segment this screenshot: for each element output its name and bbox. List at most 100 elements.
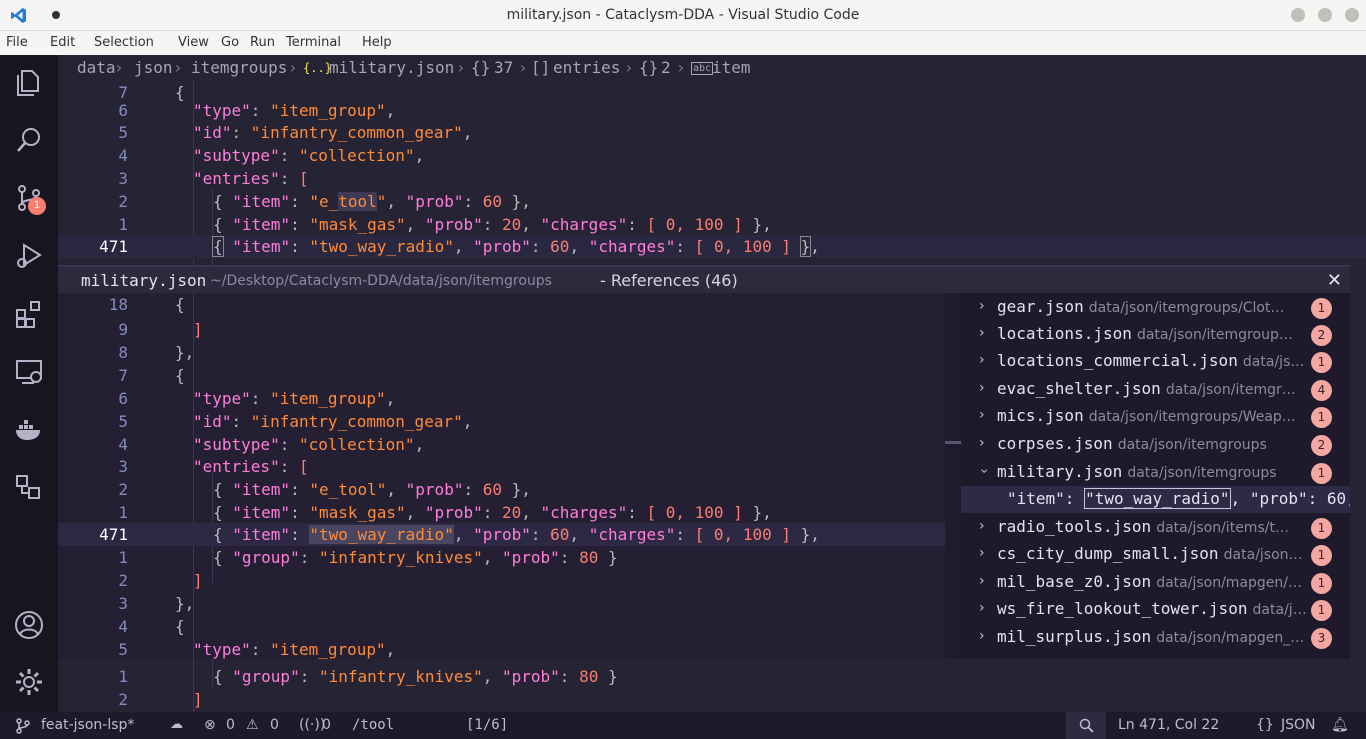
reference-file-item[interactable]: › ws_fire_lookout_tower.json data/j… 1	[961, 596, 1350, 623]
code-text: "subtype": "collection",	[193, 435, 425, 454]
git-branch[interactable]: feat-json-lsp*	[41, 717, 134, 733]
reference-file-item[interactable]: › mil_base_z0.json data/json/mapgen/… 1	[961, 569, 1350, 596]
line-number: 5	[118, 640, 128, 659]
peek-references-count: - References (46)	[600, 271, 738, 290]
reference-count-badge: 1	[1311, 518, 1332, 539]
reference-line-text: "item": "two_way_radio", "prob": 60,	[1007, 488, 1350, 509]
reference-count-badge: 1	[1311, 600, 1332, 621]
code-text: { "item": "e_tool", "prob": 60 },	[213, 480, 531, 499]
line-number: 3	[118, 594, 128, 613]
docker-icon[interactable]	[14, 415, 44, 445]
search-icon[interactable]	[14, 125, 44, 155]
status-bar: feat-json-lsp* ☁ ⊗ 0 ⚠ 0 ((·)) 0 /tool […	[0, 712, 1366, 739]
code-text: { "item": "two_way_radio", "prob": 60, "…	[212, 236, 820, 257]
chevron-right-icon: ›	[979, 628, 985, 644]
reference-file-item[interactable]: › corpses.json data/json/itemgroups 2	[961, 431, 1350, 458]
reference-line-item[interactable]: "item": "two_way_radio", "prob": 60,	[961, 486, 1350, 513]
breadcrumb-entries[interactable]: entries	[553, 58, 620, 77]
peek-file-name[interactable]: military.json	[81, 271, 206, 290]
json-file-icon: {..}	[303, 61, 332, 75]
warning-count: 0	[270, 717, 279, 733]
run-debug-icon[interactable]	[14, 241, 44, 271]
menu-go[interactable]: Go	[221, 35, 239, 50]
zoom-button[interactable]	[1066, 712, 1106, 739]
code-text: "entries": [	[193, 457, 309, 476]
reference-file-item[interactable]: › mil_surplus.json data/json/mapgen_… 3	[961, 624, 1350, 651]
containers-icon[interactable]	[14, 473, 44, 503]
reference-file-item[interactable]: › locations.json data/json/itemgroup… 2	[961, 321, 1350, 348]
close-window-button[interactable]	[1345, 8, 1359, 22]
reference-file-name: radio_tools.json	[997, 517, 1152, 536]
reference-file-item[interactable]: › locations_commercial.json data/js… 1	[961, 348, 1350, 375]
peek-file-path: ~/Desktop/Cataclysm-DDA/data/json/itemgr…	[210, 273, 552, 289]
close-icon[interactable]: ✕	[1327, 270, 1342, 291]
menu-view[interactable]: View	[178, 35, 209, 50]
reference-file-item[interactable]: › evac_shelter.json data/json/itemgr… 4	[961, 376, 1350, 403]
chevron-right-icon: ›	[979, 573, 985, 589]
object-icon: {}	[639, 58, 659, 77]
error-count: 0	[226, 717, 235, 733]
chevron-right-icon: ›	[979, 518, 985, 534]
peek-editor[interactable]: 18 { 9 ] 8 }, 7 { 6 "type": "item_group"…	[58, 293, 945, 659]
cursor-position[interactable]: Ln 471, Col 22	[1118, 717, 1219, 733]
sync-cloud-icon[interactable]: ☁	[170, 717, 183, 732]
settings-gear-icon[interactable]	[14, 667, 44, 697]
reference-file-item[interactable]: › cs_city_dump_small.json data/json… 1	[961, 541, 1350, 568]
reference-file-item[interactable]: › radio_tools.json data/json/items/t… 1	[961, 514, 1350, 541]
reference-file-name: gear.json	[997, 297, 1084, 316]
breadcrumb-data[interactable]: data	[77, 58, 116, 77]
code-text: ]	[193, 320, 203, 339]
breadcrumb-object-37[interactable]: 37	[494, 58, 513, 77]
code-text: {	[175, 617, 185, 636]
breadcrumb-object-2[interactable]: 2	[661, 58, 671, 77]
error-icon[interactable]: ⊗	[204, 717, 216, 733]
menu-selection[interactable]: Selection	[94, 35, 154, 50]
explorer-icon[interactable]	[14, 67, 44, 97]
code-text: {	[175, 295, 185, 314]
reference-file-name: mil_surplus.json	[997, 627, 1152, 646]
code-text: { "group": "infantry_knives", "prob": 80…	[213, 548, 618, 567]
breadcrumb-file[interactable]: military.json	[329, 58, 454, 77]
editor-continuation[interactable]: 1 { "group": "infantry_knives", "prob": …	[58, 659, 1366, 712]
menu-edit[interactable]: Edit	[50, 35, 75, 50]
code-line: 4 "subtype": "collection",	[58, 144, 1366, 167]
reference-file-item[interactable]: › gear.json data/json/itemgroups/Clot… 1	[961, 294, 1350, 321]
minimize-button[interactable]	[1291, 8, 1305, 22]
code-text: "subtype": "collection",	[193, 146, 425, 165]
maximize-button[interactable]	[1318, 8, 1332, 22]
code-line: 2 ]	[58, 569, 945, 592]
reference-count-badge: 2	[1311, 435, 1332, 456]
title-bar: military.json - Cataclysm-DDA - Visual S…	[0, 0, 1366, 31]
accounts-icon[interactable]	[14, 610, 44, 640]
peek-scrollbar[interactable]	[945, 293, 961, 659]
language-mode[interactable]: JSON	[1281, 717, 1316, 733]
notifications-bell-icon[interactable]: 🔔︎	[1331, 717, 1349, 733]
breadcrumb-json[interactable]: json	[134, 58, 173, 77]
breadcrumb-item[interactable]: item	[712, 58, 751, 77]
breadcrumb-itemgroups[interactable]: itemgroups	[191, 58, 287, 77]
reference-count-badge: 3	[1311, 628, 1332, 649]
extensions-icon[interactable]	[14, 299, 44, 329]
reference-file-name: cs_city_dump_small.json	[997, 544, 1219, 563]
code-line: 4 "subtype": "collection",	[58, 433, 945, 456]
remote-explorer-icon[interactable]	[14, 357, 44, 387]
warning-icon[interactable]: ⚠	[246, 717, 259, 733]
line-number: 5	[118, 123, 128, 142]
menu-file[interactable]: File	[6, 35, 28, 50]
menu-run[interactable]: Run	[250, 35, 275, 50]
chevron-down-icon: ›	[975, 468, 992, 474]
main-editor[interactable]: 7 { 6 "type": "item_group", 5 "id": "inf…	[58, 81, 1366, 265]
reference-file-name: locations.json	[997, 324, 1132, 343]
reference-key: "item"	[1007, 489, 1065, 508]
reference-file-item[interactable]: › mics.json data/json/itemgroups/Weap… 1	[961, 403, 1350, 430]
scm-count-badge: 1	[28, 197, 46, 215]
reference-file-path: data/json/items/t…	[1156, 520, 1289, 536]
code-text: },	[175, 594, 195, 613]
code-text: ]	[193, 571, 203, 590]
object-icon: {}	[471, 58, 491, 77]
code-text: {	[175, 366, 185, 385]
menu-help[interactable]: Help	[362, 35, 392, 50]
menu-terminal[interactable]: Terminal	[286, 35, 341, 50]
reference-file-item-expanded[interactable]: › military.json data/json/itemgroups 1	[961, 459, 1350, 486]
ports-count: 0	[322, 717, 331, 733]
